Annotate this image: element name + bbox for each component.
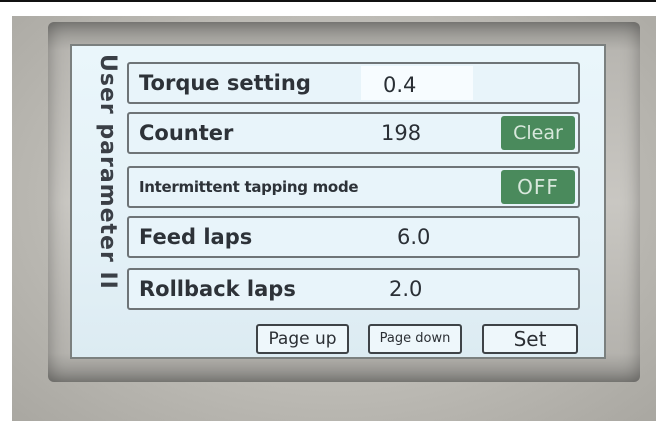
rollback-laps-label: Rollback laps (139, 277, 296, 301)
torque-setting-field[interactable]: 0.4 (361, 66, 473, 100)
clear-counter-button[interactable]: Clear (501, 116, 575, 150)
rollback-laps-value[interactable]: 2.0 (389, 270, 422, 308)
page-down-label: Page down (379, 331, 451, 346)
intermittent-tapping-mode-label: Intermittent tapping mode (139, 178, 359, 196)
feed-laps-label: Feed laps (139, 225, 253, 249)
panel-title: User parameter II (95, 54, 120, 290)
set-button[interactable]: Set (482, 324, 578, 354)
counter-row: Counter 198 Clear (127, 112, 580, 154)
torque-setting-label: Torque setting (139, 71, 311, 95)
intermittent-tapping-mode-row: Intermittent tapping mode OFF (127, 166, 580, 208)
counter-value: 198 (381, 121, 422, 145)
page-up-button[interactable]: Page up (256, 324, 349, 354)
set-label: Set (513, 327, 547, 351)
top-border-line (0, 0, 656, 2)
intermittent-mode-toggle-button[interactable]: OFF (501, 170, 575, 204)
page-down-button[interactable]: Page down (368, 324, 462, 354)
counter-label: Counter (139, 121, 234, 145)
feed-laps-row: Feed laps 6.0 (127, 216, 580, 258)
torque-setting-value: 0.4 (383, 73, 417, 97)
torque-setting-row: Torque setting 0.4 (127, 62, 580, 104)
rollback-laps-row: Rollback laps 2.0 (127, 268, 580, 310)
feed-laps-value[interactable]: 6.0 (397, 218, 430, 256)
page-up-label: Page up (268, 329, 337, 349)
